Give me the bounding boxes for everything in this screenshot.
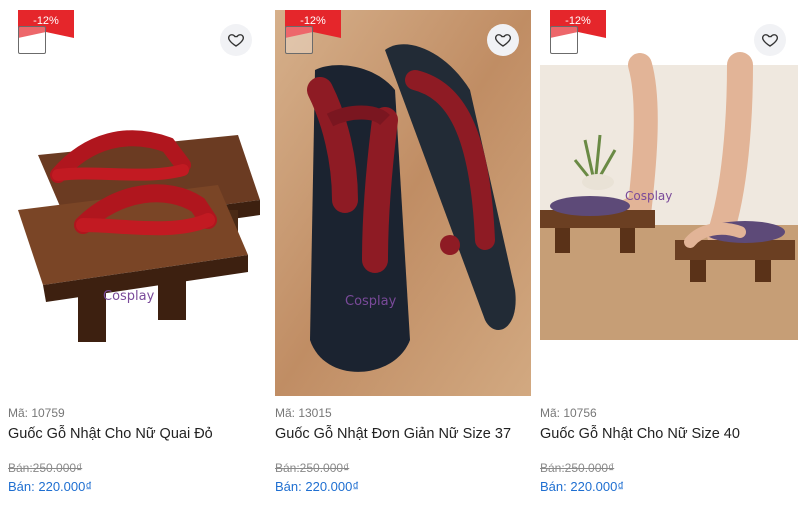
product-name[interactable]: Guốc Gỗ Nhật Cho Nữ Size 40 bbox=[540, 426, 740, 442]
product-code: Mã: 13015 bbox=[275, 406, 332, 420]
sale-price: Bán: 220.000₫ bbox=[540, 479, 625, 494]
product-image[interactable]: Cosplay bbox=[8, 10, 264, 396]
product-code: Mã: 10759 bbox=[8, 406, 65, 420]
watermark: Cosplay bbox=[625, 189, 672, 203]
wishlist-button[interactable] bbox=[220, 24, 252, 56]
product-name[interactable]: Guốc Gỗ Nhật Đơn Giản Nữ Size 37 bbox=[275, 426, 511, 442]
product-name[interactable]: Guốc Gỗ Nhật Cho Nữ Quai Đỏ bbox=[8, 426, 213, 442]
heart-icon bbox=[495, 34, 511, 47]
old-price: Bán:250.000₫ bbox=[540, 461, 615, 475]
product-code: Mã: 10756 bbox=[540, 406, 597, 420]
watermark: Cosplay bbox=[345, 294, 397, 309]
geta-red-strap-image: Cosplay bbox=[8, 10, 264, 396]
product-card[interactable]: Cosplay -12% Mã: 10759 Guốc Gỗ Nhật Cho … bbox=[8, 0, 264, 512]
compare-checkbox[interactable] bbox=[285, 26, 313, 54]
sale-price: Bán: 220.000₫ bbox=[8, 479, 93, 494]
geta-floral-worn-image: Cosplay bbox=[540, 10, 798, 396]
product-image[interactable]: Cosplay bbox=[275, 10, 531, 396]
old-price: Bán:250.000₫ bbox=[8, 461, 83, 475]
wishlist-button[interactable] bbox=[487, 24, 519, 56]
wishlist-button[interactable] bbox=[754, 24, 786, 56]
heart-icon bbox=[228, 34, 244, 47]
watermark: Cosplay bbox=[103, 289, 155, 304]
product-card[interactable]: Cosplay -12% Mã: 13015 Guốc Gỗ Nhật Đơn … bbox=[275, 0, 531, 512]
old-price: Bán:250.000₫ bbox=[275, 461, 350, 475]
sale-price: Bán: 220.000₫ bbox=[275, 479, 360, 494]
compare-checkbox[interactable] bbox=[550, 26, 578, 54]
product-card[interactable]: Cosplay -12% Mã: 10756 Guốc Gỗ Nhật Cho … bbox=[540, 0, 798, 512]
heart-icon bbox=[762, 34, 778, 47]
geta-black-red-strap-image: Cosplay bbox=[275, 10, 531, 396]
compare-checkbox[interactable] bbox=[18, 26, 46, 54]
product-image[interactable]: Cosplay bbox=[540, 10, 798, 396]
